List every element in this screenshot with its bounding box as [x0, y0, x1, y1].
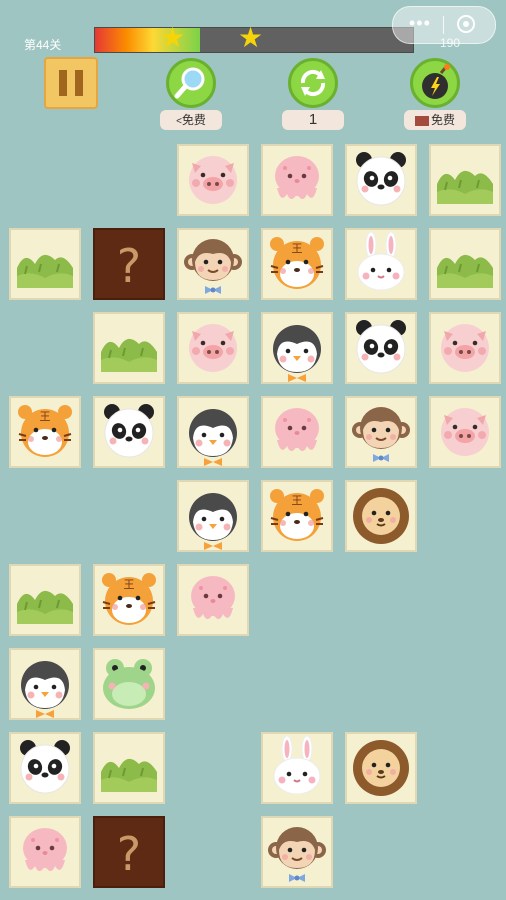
penguin-icon	[189, 493, 237, 550]
grass-hill-icon	[101, 338, 157, 372]
tile-penguin[interactable]	[177, 396, 249, 468]
octopus-icon	[23, 828, 67, 871]
tile-grass[interactable]	[9, 564, 81, 636]
level-label: 第44关	[24, 38, 62, 52]
star-icon: ★	[160, 22, 186, 53]
monkey-icon	[184, 239, 242, 294]
monkey-icon	[268, 827, 326, 882]
rabbit-icon	[273, 735, 321, 795]
pig-icon	[441, 324, 489, 372]
svg-text:王: 王	[292, 242, 303, 255]
tile-grass[interactable]	[429, 228, 501, 300]
pig-icon	[441, 408, 489, 456]
tile-grass[interactable]	[93, 312, 165, 384]
search-hint-label: <免费	[160, 110, 222, 130]
svg-text:王: 王	[292, 494, 303, 507]
pig-icon	[189, 156, 237, 204]
tiger-icon: 王	[270, 489, 324, 541]
mini-program-capsule: •••	[392, 6, 496, 44]
tile-rabbit[interactable]	[261, 732, 333, 804]
tile-monkey[interactable]	[261, 816, 333, 888]
tile-mystery[interactable]: ?	[93, 228, 165, 300]
penguin-icon	[273, 325, 321, 382]
tile-tiger[interactable]: 王	[93, 564, 165, 636]
bomb-label: 免费	[404, 110, 466, 130]
tile-penguin[interactable]	[261, 312, 333, 384]
top-bar: 第44关 ★ ★ 190 ••• <免费 1 免费	[0, 0, 506, 140]
tiger-icon: 王	[102, 573, 156, 625]
search-hint-button[interactable]: <免费	[160, 58, 222, 134]
panda-icon	[20, 740, 70, 794]
tile-lion[interactable]	[345, 732, 417, 804]
tile-panda[interactable]	[9, 732, 81, 804]
lion-icon	[353, 488, 409, 544]
tile-octopus[interactable]	[261, 396, 333, 468]
video-ad-icon	[414, 115, 429, 126]
tile-monkey[interactable]	[177, 228, 249, 300]
bomb-button[interactable]: 免费	[404, 58, 466, 134]
svg-text:王: 王	[40, 410, 51, 423]
tile-penguin[interactable]	[9, 648, 81, 720]
tile-grass[interactable]	[9, 228, 81, 300]
pig-icon	[189, 324, 237, 372]
grass-hill-icon	[437, 170, 493, 204]
grass-hill-icon	[17, 590, 73, 624]
octopus-icon	[191, 576, 235, 619]
rabbit-icon	[357, 231, 405, 291]
monkey-icon	[352, 407, 410, 462]
tile-tiger[interactable]: 王	[261, 480, 333, 552]
tile-panda[interactable]	[345, 144, 417, 216]
frog-icon	[103, 659, 155, 709]
question-mark-icon: ?	[117, 827, 141, 881]
tile-panda[interactable]	[93, 396, 165, 468]
tile-octopus[interactable]	[9, 816, 81, 888]
octopus-icon	[275, 408, 319, 451]
svg-text:?: ?	[117, 239, 141, 293]
grass-hill-icon	[17, 254, 73, 288]
tile-penguin[interactable]	[177, 480, 249, 552]
tile-grass[interactable]	[93, 732, 165, 804]
tile-pig[interactable]	[177, 144, 249, 216]
grass-hill-icon	[101, 758, 157, 792]
tiger-icon: 王	[270, 237, 324, 289]
tile-pig[interactable]	[177, 312, 249, 384]
penguin-icon	[21, 661, 69, 718]
panda-icon	[356, 320, 406, 374]
magnifier-icon	[166, 58, 216, 108]
tile-monkey[interactable]	[345, 396, 417, 468]
tile-octopus[interactable]	[177, 564, 249, 636]
panda-icon	[356, 152, 406, 206]
grass-hill-icon	[437, 254, 493, 288]
tile-pig[interactable]	[429, 396, 501, 468]
tile-rabbit[interactable]	[345, 228, 417, 300]
tile-pig[interactable]	[429, 312, 501, 384]
tile-panda[interactable]	[345, 312, 417, 384]
tile-octopus[interactable]	[261, 144, 333, 216]
svg-text:?: ?	[117, 827, 141, 881]
tile-tiger[interactable]: 王	[261, 228, 333, 300]
shuffle-button[interactable]: 1	[282, 58, 344, 134]
lion-icon	[353, 740, 409, 796]
close-program-icon[interactable]	[457, 15, 475, 33]
tile-mystery[interactable]: ?	[93, 816, 165, 888]
question-mark-icon: ?	[117, 239, 141, 293]
more-options-icon[interactable]: •••	[409, 13, 431, 34]
tile-grass[interactable]	[429, 144, 501, 216]
tile-lion[interactable]	[345, 480, 417, 552]
octopus-icon	[275, 156, 319, 199]
star-icon: ★	[238, 22, 264, 53]
tile-tiger[interactable]: 王	[9, 396, 81, 468]
svg-text:王: 王	[124, 578, 135, 591]
penguin-icon	[189, 409, 237, 466]
shuffle-icon	[288, 58, 338, 108]
tile-frog[interactable]	[93, 648, 165, 720]
tiger-icon: 王	[18, 405, 72, 457]
pause-button[interactable]	[44, 57, 98, 109]
panda-icon	[104, 404, 154, 458]
bomb-icon	[410, 58, 460, 108]
shuffle-count: 1	[282, 110, 344, 130]
